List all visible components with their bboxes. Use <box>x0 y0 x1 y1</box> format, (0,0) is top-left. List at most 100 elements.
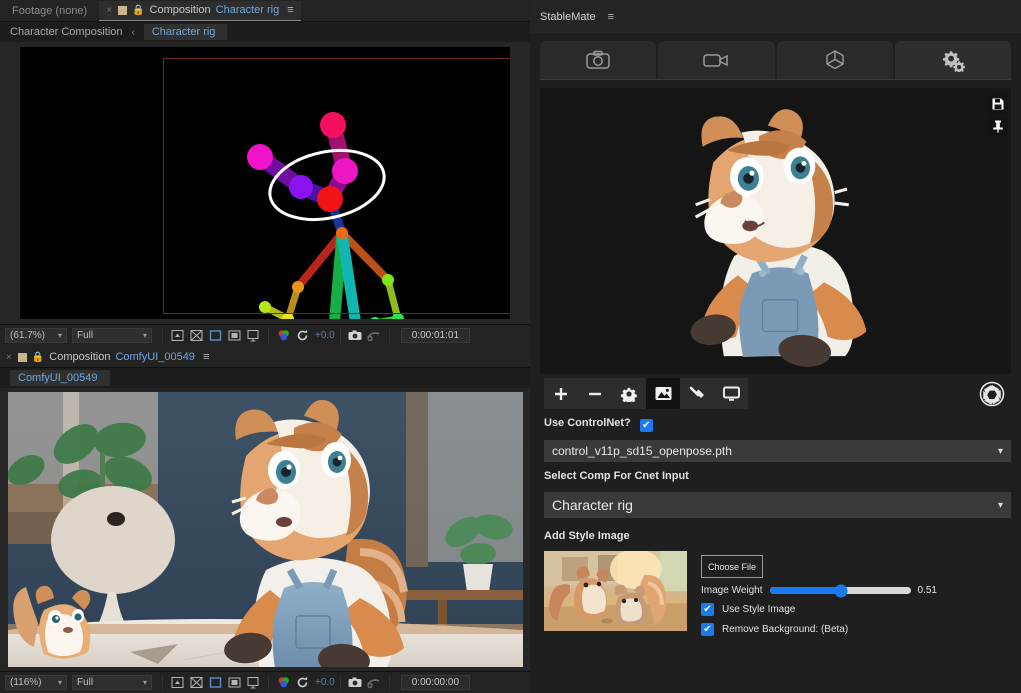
breadcrumb-current-comfyui[interactable]: ComfyUI_00549 <box>10 370 110 386</box>
show-channel-icon[interactable] <box>188 328 205 344</box>
image-weight-value: 0.51 <box>917 585 937 596</box>
tab-comp-name: ComfyUI_00549 <box>115 351 195 363</box>
slider-knob[interactable] <box>834 584 848 597</box>
settings-button[interactable] <box>612 378 646 409</box>
take-snapshot-icon[interactable] <box>169 675 186 691</box>
controlnet-model-value: control_v11p_sd15_openpose.pth <box>552 444 732 458</box>
stablemate-title: StableMate <box>540 10 596 23</box>
tools-button[interactable] <box>680 378 714 409</box>
channel-rgb-icon[interactable] <box>275 328 292 344</box>
add-button[interactable] <box>544 378 578 409</box>
camera-icon <box>586 50 610 69</box>
chevron-down-icon: ▾ <box>57 331 62 340</box>
lock-icon[interactable]: 🔒 <box>132 5 144 16</box>
image-icon <box>655 387 671 400</box>
tab-kind-label: Composition <box>49 351 111 363</box>
timecode-field-bottom[interactable]: 0:00:00:00 <box>400 675 471 690</box>
style-image-thumbnail[interactable] <box>544 551 687 631</box>
tab-settings[interactable] <box>894 41 1011 79</box>
settings-form: Use ControlNet? ✔ control_v11p_sd15_open… <box>530 409 1021 636</box>
resolution-dropdown-bottom[interactable]: Full ▾ <box>72 675 152 690</box>
toggle-transparency-grid-icon[interactable] <box>207 328 224 344</box>
breadcrumb-parent[interactable]: Character Composition <box>10 26 123 38</box>
exposure-value[interactable]: +0.0 <box>315 330 335 341</box>
bottom-panel-toolbar: (116%) ▾ Full ▾ +0.0 0:00:00:00 <box>0 671 530 693</box>
camera-snapshot-icon[interactable] <box>347 675 364 691</box>
close-icon[interactable]: × <box>6 352 12 363</box>
image-button[interactable] <box>646 378 680 409</box>
exposure-reset-icon[interactable] <box>294 675 311 691</box>
take-snapshot-icon[interactable] <box>169 328 186 344</box>
show-snapshot-icon[interactable] <box>366 675 383 691</box>
panel-menu-icon[interactable]: ≡ <box>203 351 209 363</box>
remove-button[interactable] <box>578 378 612 409</box>
use-style-image-row: ✔ Use Style Image <box>701 603 937 616</box>
use-style-image-checkbox[interactable]: ✔ <box>701 603 714 616</box>
region-of-interest-icon[interactable] <box>226 675 243 691</box>
remove-background-checkbox[interactable]: ✔ <box>701 623 714 636</box>
chevron-down-icon: ▾ <box>997 445 1003 457</box>
panel-menu-icon[interactable]: ≡ <box>287 4 293 16</box>
show-snapshot-icon[interactable] <box>366 328 383 344</box>
camera-snapshot-icon[interactable] <box>347 328 364 344</box>
breadcrumb-current[interactable]: Character rig <box>143 24 228 40</box>
tab-video[interactable] <box>658 41 775 79</box>
toggle-mask-icon[interactable] <box>245 328 262 344</box>
stablemate-tabs <box>530 33 1021 79</box>
image-weight-slider[interactable] <box>769 584 911 597</box>
color-swatch-icon <box>17 352 27 362</box>
chevron-down-icon: ▾ <box>997 499 1003 511</box>
channel-rgb-icon[interactable] <box>275 675 292 691</box>
save-icon[interactable] <box>988 94 1007 113</box>
divider <box>339 675 341 690</box>
color-swatch-icon <box>118 5 128 15</box>
comp-select-dropdown[interactable]: Character rig ▾ <box>544 492 1011 518</box>
zoom-level-dropdown[interactable]: (61.7%) ▾ <box>5 328 67 343</box>
tab-composition-character-rig[interactable]: × 🔒 Composition Character rig ≡ <box>99 0 301 22</box>
display-button[interactable] <box>714 378 748 409</box>
divider <box>268 328 269 343</box>
zoom-level-dropdown-bottom[interactable]: (116%) ▾ <box>5 675 67 690</box>
generated-image-preview[interactable] <box>540 88 1011 374</box>
style-controls: Choose File Image Weight 0.51 ✔ Use Styl… <box>701 551 937 636</box>
tab-3d[interactable] <box>776 41 893 79</box>
exposure-value-bottom[interactable]: +0.0 <box>315 677 335 688</box>
toggle-mask-icon[interactable] <box>245 675 262 691</box>
tab-kind-label: Composition <box>149 4 211 16</box>
show-channel-icon[interactable] <box>188 675 205 691</box>
resolution-dropdown[interactable]: Full ▾ <box>72 328 152 343</box>
viewport-comfyui[interactable] <box>0 388 530 671</box>
stablemate-header: StableMate ≡ <box>530 0 1021 33</box>
panel-menu-icon[interactable]: ≡ <box>608 11 614 23</box>
chevron-left-icon[interactable]: ‹ <box>132 27 135 38</box>
close-icon[interactable]: × <box>106 5 112 16</box>
top-panel-toolbar: (61.7%) ▾ Full ▾ +0.0 0:00:01:01 <box>0 324 530 346</box>
tab-composition-comfyui[interactable]: × 🔒 Composition ComfyUI_00549 ≡ <box>6 347 216 368</box>
monitor-icon <box>722 386 740 401</box>
composition-panel-comfyui: × 🔒 Composition ComfyUI_00549 ≡ ComfyUI_… <box>0 346 530 693</box>
style-image-section: Choose File Image Weight 0.51 ✔ Use Styl… <box>544 551 1011 636</box>
tool-icon-row <box>530 374 1021 409</box>
hammer-icon <box>689 386 704 398</box>
timecode-field[interactable]: 0:00:01:01 <box>400 328 471 343</box>
plus-icon <box>555 387 567 400</box>
tool-icon-group <box>544 378 748 409</box>
controlnet-model-dropdown[interactable]: control_v11p_sd15_openpose.pth ▾ <box>544 440 1011 462</box>
aperture-button[interactable] <box>977 379 1007 409</box>
lock-icon[interactable]: 🔒 <box>32 352 44 363</box>
tab-comp-name: Character rig <box>215 4 280 16</box>
toggle-transparency-grid-icon[interactable] <box>207 675 224 691</box>
add-style-image-heading: Add Style Image <box>544 530 630 542</box>
cube-icon <box>825 50 844 70</box>
viewport-character-rig[interactable] <box>0 42 530 324</box>
exposure-reset-icon[interactable] <box>294 328 311 344</box>
pin-icon[interactable] <box>988 117 1007 136</box>
comp-select-value: Character rig <box>552 497 633 513</box>
choose-file-button[interactable]: Choose File <box>701 555 763 578</box>
tab-footage-none[interactable]: Footage (none) <box>6 5 93 17</box>
region-of-interest-icon[interactable] <box>226 328 243 344</box>
use-controlnet-checkbox[interactable]: ✔ <box>639 419 653 432</box>
tab-image[interactable] <box>540 41 657 79</box>
style-thumbnail-illustration <box>544 551 687 631</box>
video-camera-icon <box>703 54 729 67</box>
